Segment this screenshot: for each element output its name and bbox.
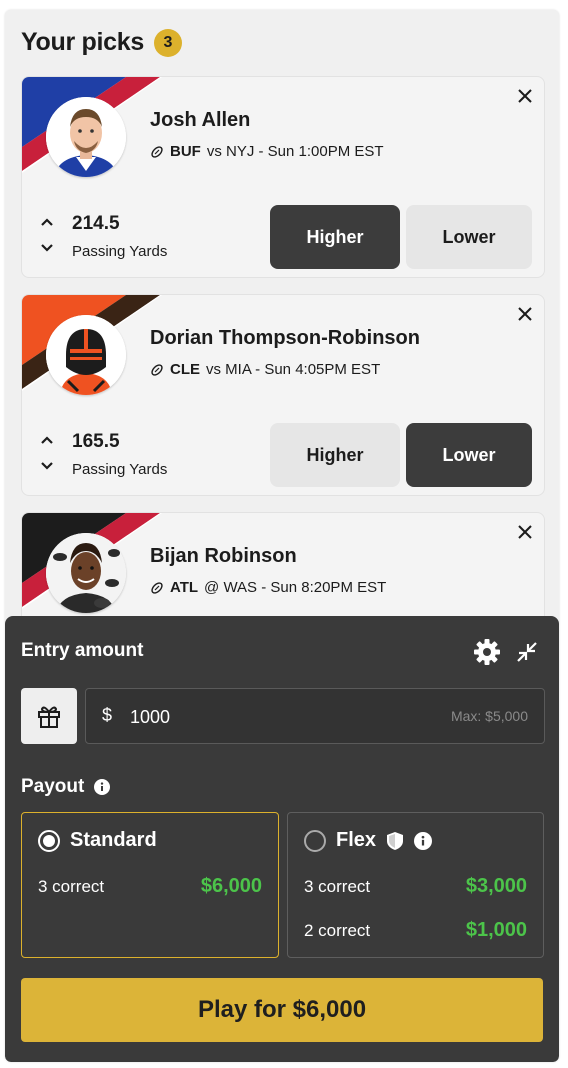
- shield-icon: [387, 831, 404, 850]
- close-icon: [518, 307, 532, 321]
- info-icon[interactable]: [94, 779, 111, 795]
- player-name: Bijan Robinson: [150, 545, 297, 567]
- page-title: Your picks: [21, 28, 144, 56]
- team-abbr: BUF: [170, 143, 201, 160]
- payout-option-standard[interactable]: Standard 3 correct $6,000: [21, 812, 279, 958]
- entry-amount-title: Entry amount: [21, 640, 144, 661]
- stat-line-value: 165.5: [72, 431, 120, 452]
- player-avatar: [46, 97, 126, 177]
- remove-pick-button[interactable]: [514, 85, 536, 107]
- payout-title: Payout: [21, 776, 85, 797]
- stat-type-label: Passing Yards: [72, 243, 168, 260]
- player-avatar-placeholder: [46, 315, 126, 395]
- close-icon: [518, 89, 532, 103]
- radio-flex[interactable]: [304, 829, 326, 852]
- team-abbr: ATL: [170, 579, 199, 596]
- payout-row-label: 3 correct: [38, 877, 105, 896]
- football-icon: [151, 581, 163, 594]
- up-down-arrows-icon[interactable]: [40, 435, 54, 475]
- payout-row-amount: $1,000: [465, 919, 527, 941]
- stat-line-value: 214.5: [72, 213, 120, 234]
- pick-card-dorian-thompson-robinson: Dorian Thompson-Robinson CLE vs MIA - Su…: [21, 294, 545, 496]
- picks-header: Your picks 3: [21, 28, 182, 57]
- player-avatar: [46, 533, 126, 613]
- football-icon: [151, 145, 163, 158]
- remove-pick-button[interactable]: [514, 521, 536, 543]
- close-icon: [518, 525, 532, 539]
- radio-standard[interactable]: [38, 829, 60, 852]
- payout-option-flex[interactable]: Flex 3 correct $3,000 2 correct $1,000: [287, 812, 544, 958]
- gift-button[interactable]: [21, 688, 77, 744]
- stat-type-label: Passing Yards: [72, 461, 168, 478]
- matchup-text: vs NYJ - Sun 1:00PM EST: [206, 143, 384, 160]
- gift-icon: [38, 706, 60, 728]
- payout-row-label: 3 correct: [304, 877, 371, 896]
- payout-row-label: 2 correct: [304, 921, 371, 940]
- max-amount-hint: Max: $5,000: [450, 708, 528, 724]
- option-label: Flex: [336, 829, 377, 851]
- team-abbr: CLE: [170, 361, 200, 378]
- amount-input[interactable]: [128, 701, 392, 733]
- currency-symbol: $: [102, 705, 113, 725]
- matchup-info: BUF vs NYJ - Sun 1:00PM EST: [150, 143, 384, 160]
- higher-button[interactable]: Higher: [270, 205, 400, 269]
- payout-row-amount: $6,000: [200, 875, 262, 897]
- matchup-info: ATL @ WAS - Sun 8:20PM EST: [150, 579, 386, 596]
- play-button[interactable]: Play for $6,000: [21, 978, 543, 1042]
- remove-pick-button[interactable]: [514, 303, 536, 325]
- gear-icon[interactable]: [473, 638, 501, 666]
- lower-button[interactable]: Lower: [406, 423, 532, 487]
- matchup-text: @ WAS - Sun 8:20PM EST: [204, 579, 387, 596]
- higher-button[interactable]: Higher: [270, 423, 400, 487]
- player-name: Josh Allen: [150, 109, 251, 131]
- matchup-text: vs MIA - Sun 4:05PM EST: [206, 361, 381, 378]
- football-icon: [151, 363, 163, 376]
- matchup-info: CLE vs MIA - Sun 4:05PM EST: [150, 361, 380, 378]
- payout-heading: Payout: [21, 776, 111, 798]
- picks-count-badge: 3: [153, 28, 182, 57]
- option-label: Standard: [70, 829, 157, 851]
- entry-amount-field[interactable]: $ Max: $5,000: [85, 688, 545, 744]
- lower-button[interactable]: Lower: [406, 205, 532, 269]
- player-name: Dorian Thompson-Robinson: [150, 327, 420, 349]
- entry-panel: Entry amount $ 1000 Max: $5,000 Payout S…: [5, 616, 559, 1062]
- info-icon[interactable]: [414, 831, 433, 850]
- picks-panel: Your picks 3 Josh Allen BUF vs NYJ - Sun…: [5, 10, 559, 1062]
- up-down-arrows-icon[interactable]: [40, 217, 54, 257]
- payout-row-amount: $3,000: [465, 875, 527, 897]
- pick-card-josh-allen: Josh Allen BUF vs NYJ - Sun 1:00PM EST 2…: [21, 76, 545, 278]
- minimize-icon[interactable]: [515, 640, 539, 664]
